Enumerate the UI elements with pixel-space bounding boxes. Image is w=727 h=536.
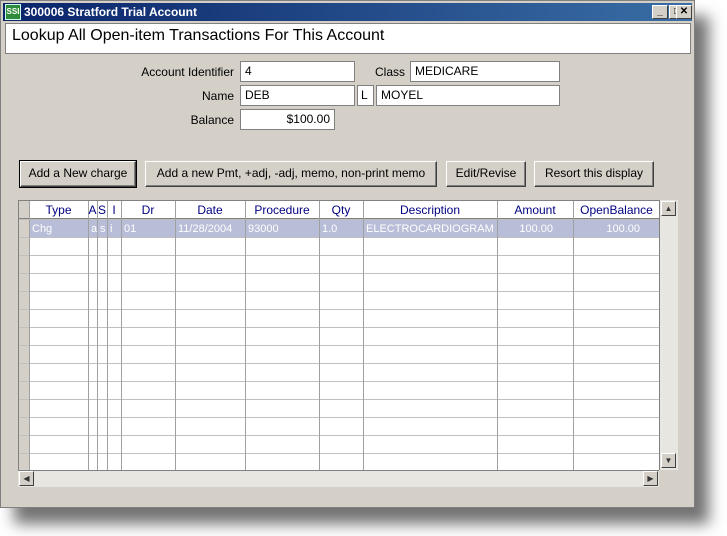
- table-cell: 100.00: [519, 223, 553, 235]
- column-header-qty[interactable]: Qty: [332, 203, 351, 217]
- name-label: Name: [201, 89, 234, 103]
- row-indicator-column: [19, 201, 29, 471]
- horizontal-scrollbar[interactable]: ◀ ▶: [18, 470, 659, 487]
- page-header: Lookup All Open-item Transactions For Th…: [5, 23, 691, 54]
- table-cell: s: [100, 223, 106, 235]
- class-label: Class: [374, 65, 405, 79]
- page-title: Lookup All Open-item Transactions For Th…: [12, 27, 385, 44]
- first-name-field[interactable]: DEB: [240, 85, 355, 106]
- vertical-scrollbar[interactable]: ▲ ▼: [659, 200, 678, 470]
- window-title: 300006 Stratford Trial Account: [24, 5, 197, 19]
- column-header-date[interactable]: Date: [197, 203, 223, 217]
- table-cell: 01: [124, 223, 136, 235]
- arrow-left-icon[interactable]: ◀: [19, 471, 34, 486]
- last-name-field[interactable]: MOYEL: [376, 85, 560, 106]
- minimize-button[interactable]: _: [652, 5, 668, 19]
- table-cell: a: [91, 223, 98, 235]
- resort-display-button[interactable]: Resort this display: [534, 161, 654, 187]
- arrow-down-icon[interactable]: ▼: [661, 453, 676, 468]
- table-cell: Chg: [32, 223, 52, 235]
- table-cell: 93000: [248, 223, 279, 235]
- arrow-right-icon[interactable]: ▶: [643, 471, 658, 486]
- account-identifier-label: Account Identifier: [141, 65, 234, 79]
- column-header-amount[interactable]: Amount: [514, 203, 556, 217]
- class-field[interactable]: MEDICARE: [410, 61, 560, 82]
- column-header-type[interactable]: Type: [45, 203, 71, 217]
- edit-revise-button[interactable]: Edit/Revise: [446, 161, 526, 187]
- table-cell: 1.0: [322, 223, 337, 235]
- column-header-description[interactable]: Description: [400, 203, 460, 217]
- main-window: SSI 300006 Stratford Trial Account _ □ ✕…: [0, 0, 695, 508]
- column-header-openbalance[interactable]: OpenBalance: [580, 203, 653, 217]
- middle-initial-field[interactable]: L: [357, 85, 374, 106]
- account-identifier-field[interactable]: 4: [240, 61, 355, 82]
- ssi-app-icon[interactable]: SSI: [5, 4, 21, 20]
- arrow-up-icon[interactable]: ▲: [661, 201, 676, 216]
- table-cell: ELECTROCARDIOGRAM: [366, 223, 494, 235]
- column-header-a[interactable]: A: [88, 203, 96, 217]
- column-header-dr[interactable]: Dr: [142, 203, 155, 217]
- transactions-table[interactable]: Type A S I Dr Date Procedure Qty Description Amou…: [18, 200, 678, 487]
- table-cell: i: [110, 223, 112, 235]
- title-bar[interactable]: SSI 300006 Stratford Trial Account _ □ ✕: [3, 3, 692, 21]
- balance-field: $100.00: [240, 109, 335, 130]
- add-new-charge-button[interactable]: Add a New charge: [19, 160, 137, 188]
- column-header-s[interactable]: S: [98, 203, 106, 217]
- column-header-i[interactable]: I: [112, 203, 115, 217]
- table-cell: 100.00: [606, 223, 640, 235]
- add-new-payment-button[interactable]: Add a new Pmt, +adj, -adj, memo, non-pri…: [145, 161, 437, 187]
- close-button[interactable]: ✕: [676, 5, 692, 19]
- column-header-procedure[interactable]: Procedure: [254, 203, 310, 217]
- table-cell: 11/28/2004: [178, 223, 232, 235]
- balance-label: Balance: [190, 113, 234, 127]
- scrollbar-corner: [659, 470, 678, 487]
